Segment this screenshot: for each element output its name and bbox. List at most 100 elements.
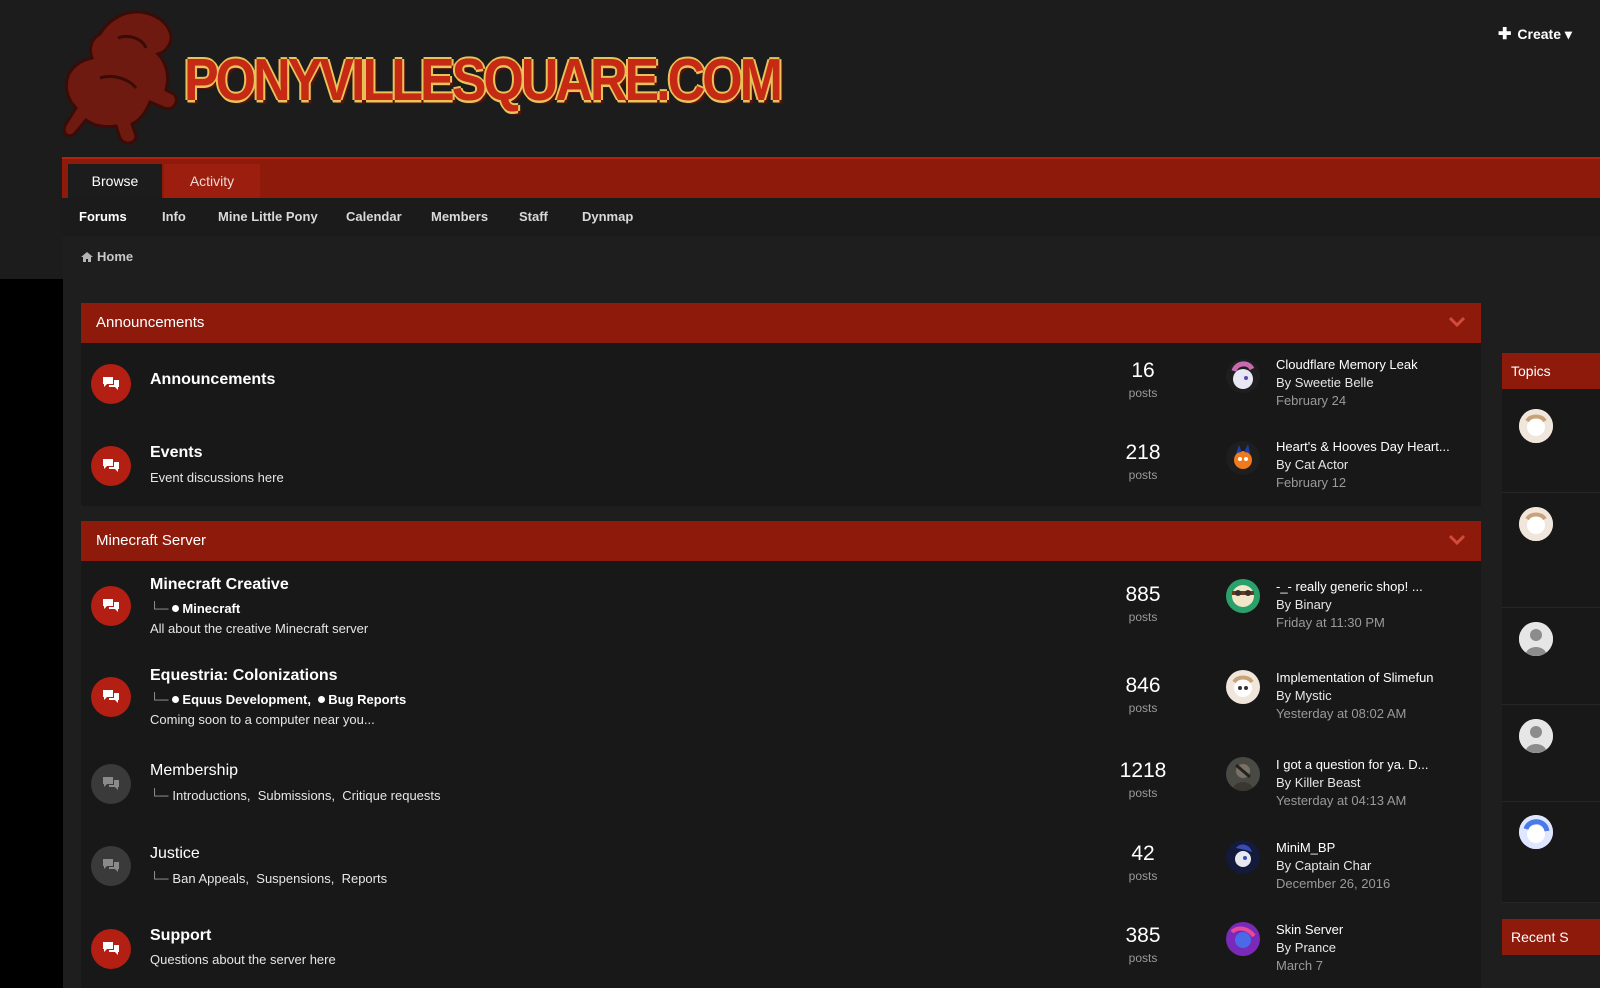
category-header-announcements: Announcements (81, 303, 1481, 343)
last-post-title[interactable]: I got a question for ya. D... (1276, 757, 1428, 772)
forum-row: Justice └─ Ban Appeals, Suspensions, Repo… (81, 826, 1481, 908)
forum-status-icon (91, 764, 131, 804)
last-post-author[interactable]: By Mystic (1276, 688, 1332, 703)
avatar[interactable] (1519, 409, 1553, 443)
avatar[interactable] (1519, 815, 1553, 849)
forum-title[interactable]: Membership (150, 762, 238, 780)
last-post-date: Yesterday at 08:02 AM (1276, 706, 1407, 721)
subforum-link[interactable]: Minecraft (182, 601, 240, 616)
sidebar-topic-item[interactable] (1502, 493, 1600, 608)
subnav-dynmap[interactable]: Dynmap (582, 209, 633, 224)
category-title[interactable]: Minecraft Server (96, 532, 206, 549)
subnav-mine-little-pony[interactable]: Mine Little Pony (218, 209, 318, 224)
avatar[interactable] (1226, 359, 1260, 393)
avatar[interactable] (1226, 840, 1260, 874)
site-logo[interactable]: PONYVILLESQUARE.COM (62, 8, 783, 148)
forum-title[interactable]: Announcements (150, 371, 275, 389)
last-post-date: Friday at 11:30 PM (1276, 615, 1385, 630)
subnav-members[interactable]: Members (431, 209, 488, 224)
sidebar-topic-item[interactable] (1502, 389, 1600, 493)
avatar[interactable] (1226, 441, 1260, 475)
post-count: 218 (1125, 441, 1161, 464)
subforum-link[interactable]: Bug Reports (328, 692, 406, 707)
last-post-author[interactable]: By Binary (1276, 597, 1332, 612)
forum-title[interactable]: Minecraft Creative (150, 576, 289, 594)
last-post-date: February 12 (1276, 475, 1347, 490)
forum-title[interactable]: Events (150, 444, 202, 462)
tree-connector-icon: └─ (150, 601, 169, 616)
post-count: 42 (1131, 842, 1155, 865)
forum-title[interactable]: Justice (150, 845, 200, 863)
post-count: 1218 (1119, 759, 1167, 782)
post-count-label: posts (1128, 951, 1158, 965)
sidebar-recent-header: Recent S (1502, 919, 1600, 955)
forum-status-icon (91, 846, 131, 886)
last-post-title[interactable]: Skin Server (1276, 922, 1343, 937)
avatar[interactable] (1226, 757, 1260, 791)
avatar[interactable] (1226, 579, 1260, 613)
pony-silhouette-logo (62, 10, 178, 145)
last-post-author[interactable]: By Sweetie Belle (1276, 375, 1374, 390)
chevron-down-icon[interactable] (1449, 316, 1465, 328)
sidebar-topics-header: Topics (1502, 353, 1600, 389)
forum-status-icon (91, 446, 131, 486)
subforum-list: └─ Minecraft (150, 601, 240, 616)
post-count: 846 (1125, 674, 1161, 697)
post-count-label: posts (1128, 869, 1158, 883)
primary-nav-bar: Browse Activity (62, 157, 1600, 199)
default-avatar-icon[interactable] (1519, 622, 1553, 656)
forum-title[interactable]: Equestria: Colonizations (150, 667, 338, 685)
subforum-list: └─ Introductions, Submissions, Critique r… (150, 788, 441, 803)
last-post-author[interactable]: By Prance (1276, 940, 1336, 955)
chevron-down-icon[interactable] (1449, 534, 1465, 546)
subnav-staff[interactable]: Staff (519, 209, 548, 224)
subnav-calendar[interactable]: Calendar (346, 209, 402, 224)
forum-row: Events Event discussions here 218 posts … (81, 425, 1481, 505)
unread-dot-icon (172, 696, 180, 703)
last-post-author[interactable]: By Killer Beast (1276, 775, 1361, 790)
chat-bubbles-icon (103, 690, 119, 703)
subnav-info[interactable]: Info (162, 209, 186, 224)
last-post-title[interactable]: -_- really generic shop! ... (1276, 579, 1423, 594)
tab-activity[interactable]: Activity (164, 164, 260, 199)
default-avatar-icon[interactable] (1519, 719, 1553, 753)
post-count: 885 (1125, 583, 1161, 606)
last-post-author[interactable]: By Cat Actor (1276, 457, 1348, 472)
last-post-author[interactable]: By Captain Char (1276, 858, 1371, 873)
chat-bubbles-icon (103, 377, 119, 390)
forum-row: Announcements 16 posts Cloudflare Memory… (81, 343, 1481, 423)
forum-status-icon (91, 677, 131, 717)
subforum-link[interactable]: Equus Development, (182, 692, 311, 707)
avatar[interactable] (1226, 922, 1260, 956)
avatar[interactable] (1519, 507, 1553, 541)
avatar[interactable] (1226, 670, 1260, 704)
create-label: Create (1517, 26, 1561, 42)
breadcrumb[interactable]: Home (81, 249, 133, 264)
sidebar-topic-item[interactable] (1502, 802, 1600, 903)
category-title[interactable]: Announcements (96, 314, 204, 331)
post-count-label: posts (1128, 386, 1158, 400)
subforum-link[interactable]: Submissions, (258, 788, 335, 803)
sidebar-topic-item[interactable] (1502, 705, 1600, 802)
forum-title[interactable]: Support (150, 927, 211, 945)
sidebar-topic-item[interactable] (1502, 608, 1600, 705)
chat-bubbles-icon (103, 859, 119, 872)
subforum-link[interactable]: Reports (342, 871, 388, 886)
last-post-date: Yesterday at 04:13 AM (1276, 793, 1407, 808)
last-post-title[interactable]: Cloudflare Memory Leak (1276, 357, 1418, 372)
subforum-link[interactable]: Ban Appeals, (172, 871, 249, 886)
post-count-label: posts (1128, 610, 1158, 624)
category-header-minecraft-server: Minecraft Server (81, 521, 1481, 561)
tab-browse[interactable]: Browse (68, 164, 162, 199)
create-menu-button[interactable]: ✚ Create ▾ (1498, 24, 1572, 44)
last-post-title[interactable]: Heart's & Hooves Day Heart... (1276, 439, 1450, 454)
forum-row: Support Questions about the server here … (81, 909, 1481, 988)
subforum-link[interactable]: Critique requests (342, 788, 440, 803)
subforum-link[interactable]: Introductions, (172, 788, 250, 803)
last-post-title[interactable]: MiniM_BP (1276, 840, 1335, 855)
last-post-date: March 7 (1276, 958, 1323, 973)
forum-row: Minecraft Creative └─ Minecraft All about… (81, 561, 1481, 651)
subnav-forums[interactable]: Forums (79, 209, 127, 224)
last-post-title[interactable]: Implementation of Slimefun (1276, 670, 1434, 685)
subforum-link[interactable]: Suspensions, (256, 871, 334, 886)
